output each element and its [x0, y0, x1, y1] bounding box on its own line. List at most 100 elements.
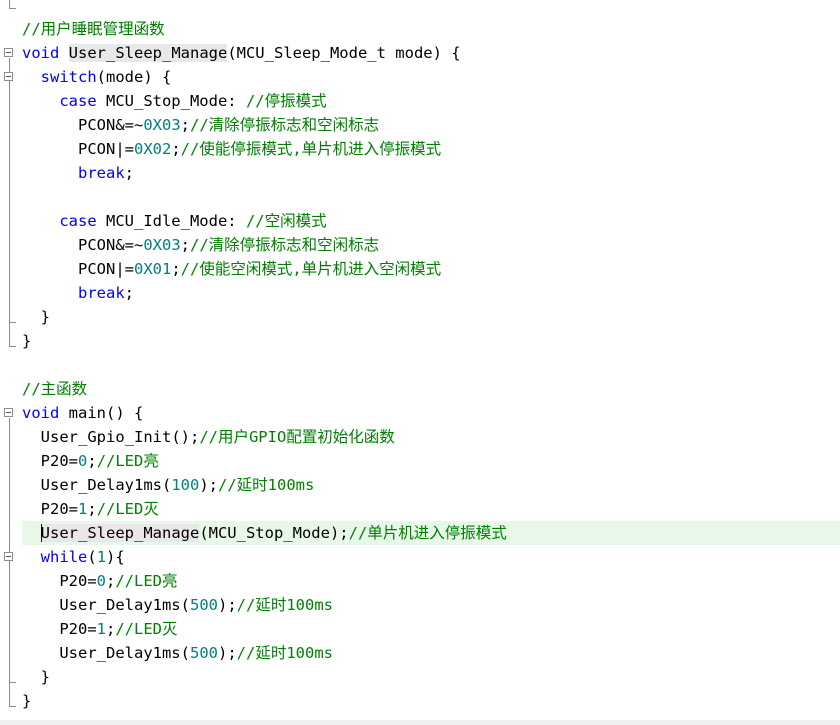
code-line[interactable]: PCON|=0X01;//使能空闲模式,单片机进入空闲模式: [22, 257, 840, 281]
code-line[interactable]: //用户睡眠管理函数: [22, 17, 840, 41]
code-line[interactable]: [22, 353, 840, 377]
code-line[interactable]: User_Gpio_Init();//用户GPIO配置初始化函数: [22, 425, 840, 449]
code-token: ;: [180, 236, 190, 254]
code-token: ;: [171, 260, 181, 278]
code-number: 1: [96, 620, 106, 638]
code-line[interactable]: while(1){: [22, 545, 840, 569]
code-token: );: [217, 644, 237, 662]
code-token: User_Delay1ms(: [59, 644, 190, 662]
code-line[interactable]: //主函数: [22, 377, 840, 401]
code-comment: //延时100ms: [236, 644, 333, 662]
code-line[interactable]: void main() {: [22, 401, 840, 425]
code-token: PCON|=: [78, 140, 134, 158]
code-area[interactable]: //用户睡眠管理函数 void User_Sleep_Manage(MCU_Sle…: [22, 0, 840, 725]
code-line[interactable]: PCON&=~0X03;//清除停振标志和空闲标志: [22, 113, 840, 137]
code-line[interactable]: User_Delay1ms(500);//延时100ms: [22, 641, 840, 665]
code-line[interactable]: User_Sleep_Manage(MCU_Stop_Mode);//单片机进入…: [22, 521, 840, 545]
fold-collapse-icon[interactable]: [4, 408, 13, 417]
code-line[interactable]: }: [22, 689, 840, 713]
fold-collapse-icon[interactable]: [4, 48, 13, 57]
fold-guide-end: [9, 346, 16, 347]
code-comment: //使能空闲模式,单片机进入空闲模式: [180, 260, 442, 278]
code-token: (mode) {: [96, 68, 172, 86]
code-token: P20=: [40, 452, 78, 470]
code-line[interactable]: P20=1;//LED灭: [22, 497, 840, 521]
code-number: 500: [189, 596, 218, 614]
code-token: ;: [124, 164, 135, 182]
code-line[interactable]: case MCU_Stop_Mode: //停振模式: [22, 89, 840, 113]
code-token: ){: [106, 548, 125, 566]
code-line[interactable]: P20=0;//LED亮: [22, 569, 840, 593]
code-line[interactable]: break;: [22, 161, 840, 185]
code-token: ;: [124, 284, 135, 302]
code-token: }: [22, 692, 32, 710]
code-comment: //用户GPIO配置初始化函数: [199, 428, 395, 446]
code-keyword: break: [78, 164, 125, 182]
code-line[interactable]: break;: [22, 281, 840, 305]
code-comment: //LED灭: [96, 500, 159, 518]
code-token: ;: [180, 116, 190, 134]
code-number: 0: [96, 572, 106, 590]
code-keyword: while: [40, 548, 88, 566]
code-comment: //延时100ms: [218, 476, 315, 494]
code-line[interactable]: [22, 0, 840, 17]
code-token: (MCU_Sleep_Mode_t mode) {: [227, 44, 461, 62]
code-keyword: void: [22, 44, 60, 62]
code-number: 1: [78, 500, 88, 518]
code-token: }: [22, 332, 32, 350]
fold-collapse-icon[interactable]: [4, 72, 13, 81]
code-token: (MCU_Stop_Mode);: [199, 524, 349, 542]
code-line[interactable]: case MCU_Idle_Mode: //空闲模式: [22, 209, 840, 233]
code-token: ;: [171, 140, 181, 158]
code-line[interactable]: User_Delay1ms(500);//延时100ms: [22, 593, 840, 617]
code-comment: //LED灭: [115, 620, 178, 638]
code-comment: //LED亮: [115, 572, 178, 590]
code-number: 500: [189, 644, 218, 662]
code-comment: //用户睡眠管理函数: [22, 20, 165, 38]
code-highlighted-identifier: User_Sleep_Manage: [68, 44, 228, 62]
code-line[interactable]: P20=1;//LED灭: [22, 617, 840, 641]
code-comment: //LED亮: [96, 452, 159, 470]
fold-guide-end: [9, 8, 16, 9]
code-line[interactable]: void User_Sleep_Manage(MCU_Sleep_Mode_t …: [22, 41, 840, 65]
code-token: (: [87, 548, 97, 566]
code-token: main() {: [59, 404, 144, 422]
code-token: MCU_Stop_Mode:: [96, 92, 246, 110]
code-number: 0X03: [143, 116, 181, 134]
fold-guide-line: [9, 82, 10, 322]
code-line[interactable]: [22, 185, 840, 209]
code-line[interactable]: PCON|=0X02;//使能停振模式,单片机进入停振模式: [22, 137, 840, 161]
code-keyword: case: [59, 92, 97, 110]
code-line[interactable]: }: [22, 305, 840, 329]
code-highlighted-identifier: User_Sleep_Manage: [40, 524, 200, 542]
code-line[interactable]: switch(mode) {: [22, 65, 840, 89]
code-comment: //清除停振标志和空闲标志: [190, 116, 380, 134]
fold-guide-end: [9, 682, 16, 683]
fold-gutter: [0, 0, 20, 725]
code-line[interactable]: User_Delay1ms(100);//延时100ms: [22, 473, 840, 497]
fold-collapse-icon[interactable]: [4, 552, 13, 561]
code-line[interactable]: }: [22, 329, 840, 353]
code-comment: //使能停振模式,单片机进入停振模式: [180, 140, 442, 158]
code-line[interactable]: PCON&=~0X03;//清除停振标志和空闲标志: [22, 233, 840, 257]
code-line[interactable]: P20=0;//LED亮: [22, 449, 840, 473]
code-token: PCON&=~: [78, 116, 144, 134]
fold-guide-end: [9, 706, 16, 707]
code-editor[interactable]: //用户睡眠管理函数 void User_Sleep_Manage(MCU_Sle…: [0, 0, 840, 725]
code-line[interactable]: }: [22, 665, 840, 689]
editor-bottom-edge: [0, 720, 840, 725]
text-caret: [40, 523, 42, 542]
code-token: }: [40, 308, 51, 326]
